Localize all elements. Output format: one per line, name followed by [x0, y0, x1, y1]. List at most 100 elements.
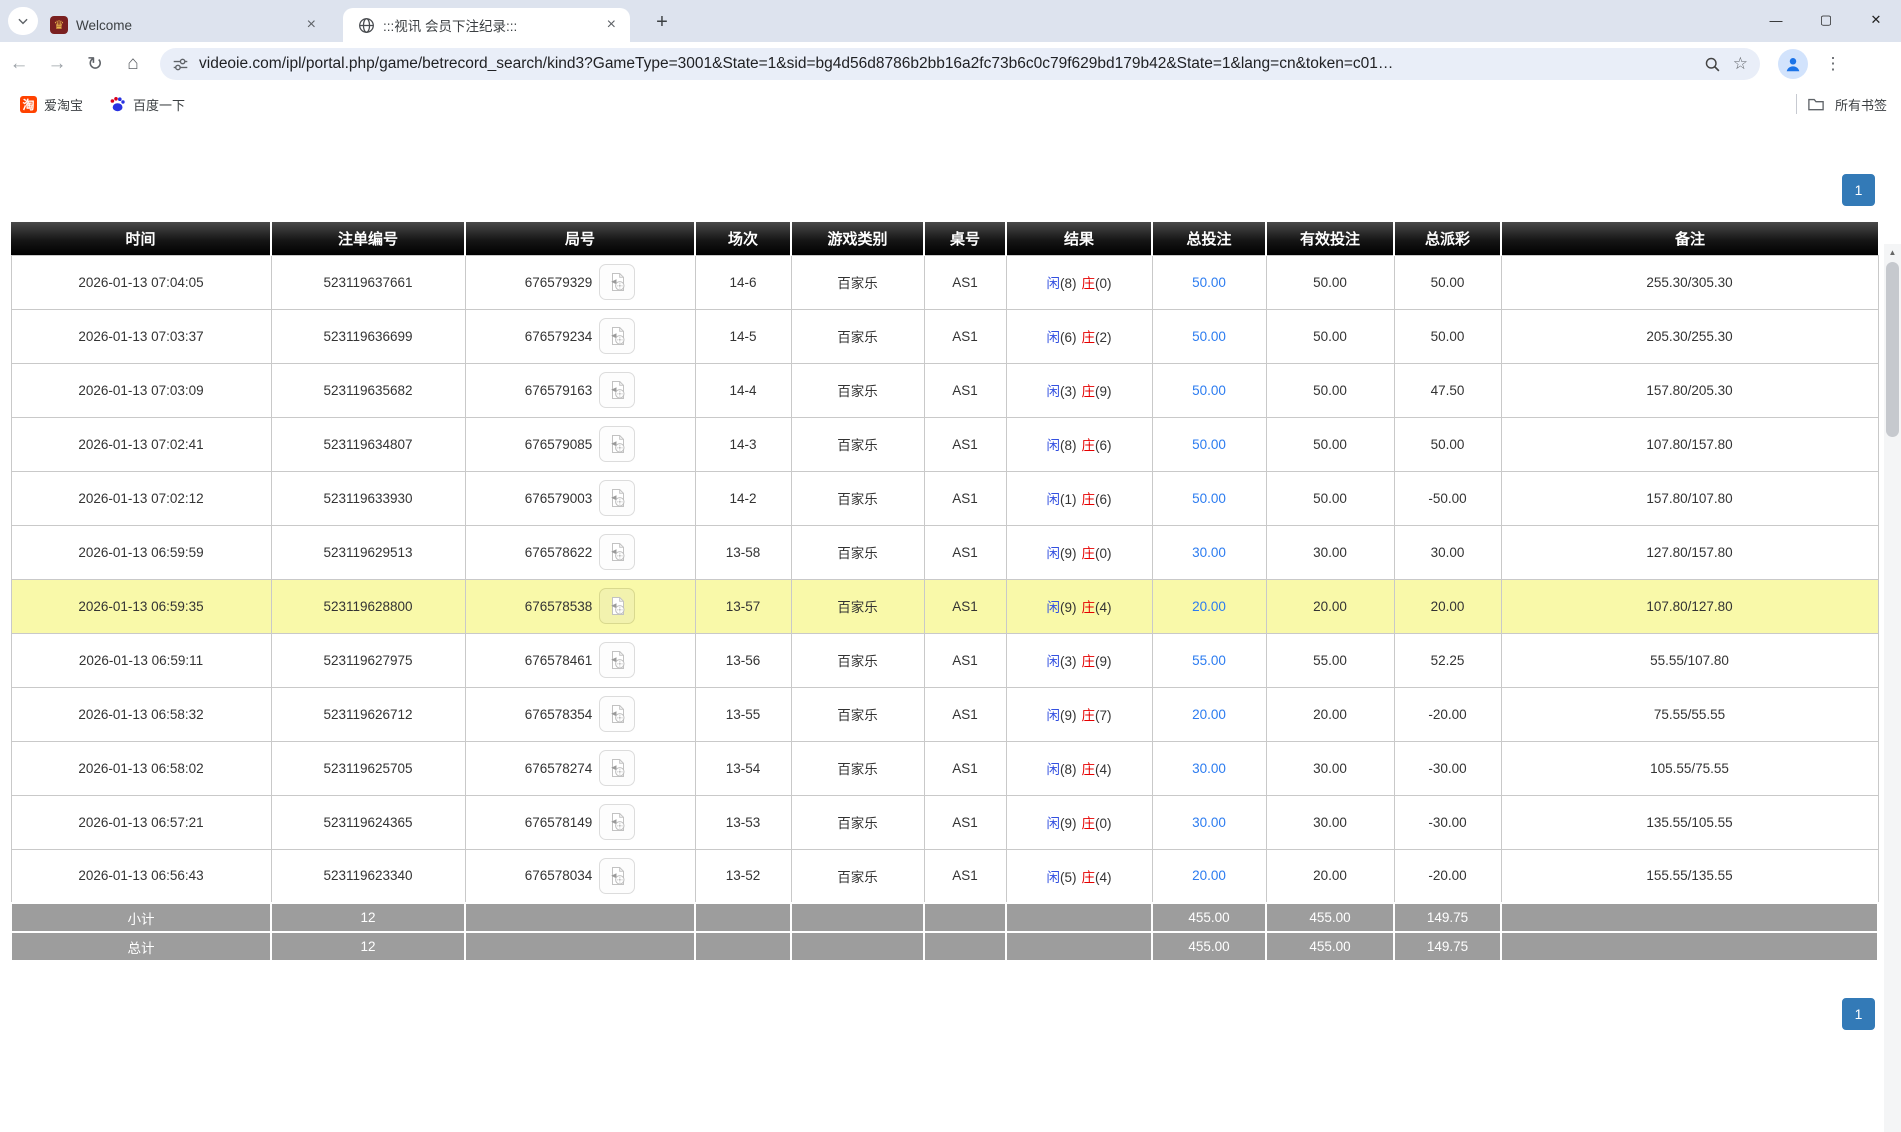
table-header-row: 时间注单编号局号场次游戏类别桌号结果总投注有效投注总派彩备注 [11, 222, 1878, 255]
baidu-paw-icon [109, 96, 126, 113]
cell-valid-bet: 30.00 [1266, 795, 1394, 849]
total-bet-link[interactable]: 30.00 [1192, 545, 1226, 560]
cell-bet-id: 523119623340 [271, 849, 465, 903]
cell-total-bet: 30.00 [1152, 525, 1266, 579]
result-banker-value: (7) [1095, 708, 1112, 723]
new-tab-button[interactable]: + [648, 8, 676, 36]
table-row[interactable]: 2026-01-13 07:02:12523119633930676579003… [11, 471, 1878, 525]
cell-round: 676578034 [465, 849, 695, 903]
cell-game-type: 百家乐 [791, 525, 924, 579]
total-bet-link[interactable]: 50.00 [1192, 491, 1226, 506]
total-bet-link[interactable]: 50.00 [1192, 329, 1226, 344]
video-replay-button[interactable] [599, 696, 635, 732]
cell-table-no: AS1 [924, 255, 1006, 309]
table-row[interactable]: 2026-01-13 06:58:02523119625705676578274… [11, 741, 1878, 795]
video-replay-button[interactable] [599, 426, 635, 462]
video-replay-button[interactable] [599, 642, 635, 678]
cell-session: 14-4 [695, 363, 791, 417]
video-replay-button[interactable] [599, 750, 635, 786]
site-settings-icon[interactable] [172, 56, 189, 73]
result-banker-label: 庄 [1082, 384, 1096, 399]
cell-total-bet: 55.00 [1152, 633, 1266, 687]
bookmark-aitaobao[interactable]: 淘 爱淘宝 [14, 92, 89, 117]
profile-avatar[interactable] [1778, 49, 1808, 79]
total-bet-link[interactable]: 20.00 [1192, 868, 1226, 883]
summary-payout: 149.75 [1394, 932, 1501, 961]
cell-table-no: AS1 [924, 363, 1006, 417]
result-banker-label: 庄 [1082, 762, 1096, 777]
cell-table-no: AS1 [924, 309, 1006, 363]
video-replay-button[interactable] [599, 804, 635, 840]
table-row[interactable]: 2026-01-13 06:56:43523119623340676578034… [11, 849, 1878, 903]
table-row[interactable]: 2026-01-13 06:58:32523119626712676578354… [11, 687, 1878, 741]
cell-round: 676579085 [465, 417, 695, 471]
scrollbar-up-arrow-icon[interactable]: ▲ [1884, 248, 1901, 257]
total-bet-link[interactable]: 30.00 [1192, 761, 1226, 776]
home-button[interactable]: ⌂ [114, 47, 152, 81]
result-banker-value: (9) [1095, 384, 1112, 399]
table-row[interactable]: 2026-01-13 07:02:41523119634807676579085… [11, 417, 1878, 471]
zoom-page-icon[interactable] [1704, 56, 1721, 73]
video-replay-button[interactable] [599, 318, 635, 354]
scrollbar-thumb[interactable] [1886, 262, 1899, 437]
total-bet-link[interactable]: 20.00 [1192, 707, 1226, 722]
table-row[interactable]: 2026-01-13 07:03:37523119636699676579234… [11, 309, 1878, 363]
total-bet-link[interactable]: 50.00 [1192, 275, 1226, 290]
result-banker-label: 庄 [1082, 438, 1096, 453]
maximize-button[interactable]: ▢ [1801, 0, 1851, 40]
cell-table-no: AS1 [924, 417, 1006, 471]
browser-tab-bet-records[interactable]: :::视讯 会员下注纪录::: × [343, 8, 630, 42]
video-replay-button[interactable] [599, 534, 635, 570]
total-bet-link[interactable]: 50.00 [1192, 437, 1226, 452]
total-bet-link[interactable]: 50.00 [1192, 383, 1226, 398]
tab-close-icon[interactable]: × [601, 16, 622, 34]
round-number: 676578461 [525, 653, 593, 668]
browser-toolbar: ← → ↻ ⌂ videoie.com/ipl/portal.php/game/… [0, 42, 1901, 86]
minimize-button[interactable]: — [1751, 0, 1801, 40]
table-row[interactable]: 2026-01-13 07:03:09523119635682676579163… [11, 363, 1878, 417]
cell-session: 14-2 [695, 471, 791, 525]
cell-session: 13-52 [695, 849, 791, 903]
forward-button[interactable]: → [38, 47, 76, 81]
cell-total-bet: 30.00 [1152, 795, 1266, 849]
total-bet-link[interactable]: 30.00 [1192, 815, 1226, 830]
video-file-icon [606, 541, 628, 563]
table-row[interactable]: 2026-01-13 06:59:59523119629513676578622… [11, 525, 1878, 579]
browser-menu-icon[interactable]: ⋮ [1820, 54, 1846, 74]
tab-search-button[interactable] [8, 7, 38, 35]
close-button[interactable]: ✕ [1851, 0, 1901, 40]
video-replay-button[interactable] [599, 372, 635, 408]
bookmark-star-icon[interactable]: ☆ [1733, 54, 1748, 74]
url-text[interactable]: videoie.com/ipl/portal.php/game/betrecor… [199, 55, 1692, 73]
video-replay-button[interactable] [599, 264, 635, 300]
table-row[interactable]: 2026-01-13 06:59:35523119628800676578538… [11, 579, 1878, 633]
video-replay-button[interactable] [599, 588, 635, 624]
cell-table-no: AS1 [924, 687, 1006, 741]
pagination-page-1-bottom[interactable]: 1 [1842, 998, 1875, 1030]
cell-result: 闲(6)庄(2) [1006, 309, 1152, 363]
browser-tab-welcome[interactable]: ♛ Welcome × [36, 8, 330, 42]
tab-close-icon[interactable]: × [301, 16, 322, 34]
cell-bet-id: 523119633930 [271, 471, 465, 525]
cell-bet-id: 523119626712 [271, 687, 465, 741]
total-bet-link[interactable]: 20.00 [1192, 599, 1226, 614]
round-number: 676579085 [525, 437, 593, 452]
reload-button[interactable]: ↻ [76, 47, 114, 81]
video-replay-button[interactable] [599, 480, 635, 516]
table-row[interactable]: 2026-01-13 07:04:05523119637661676579329… [11, 255, 1878, 309]
table-row[interactable]: 2026-01-13 06:57:21523119624365676578149… [11, 795, 1878, 849]
result-banker-label: 庄 [1082, 816, 1096, 831]
all-bookmarks-label[interactable]: 所有书签 [1835, 95, 1887, 114]
bookmark-baidu[interactable]: 百度一下 [103, 92, 191, 117]
round-number: 676578622 [525, 545, 593, 560]
result-player-value: (8) [1060, 438, 1077, 453]
video-replay-button[interactable] [599, 858, 635, 894]
table-row[interactable]: 2026-01-13 06:59:11523119627975676578461… [11, 633, 1878, 687]
scrollbar[interactable]: ▲ [1884, 244, 1901, 1132]
summary-empty-cell [791, 932, 924, 961]
cell-game-type: 百家乐 [791, 255, 924, 309]
back-button[interactable]: ← [0, 47, 38, 81]
pagination-page-1-top[interactable]: 1 [1842, 174, 1875, 206]
total-bet-link[interactable]: 55.00 [1192, 653, 1226, 668]
address-bar[interactable]: videoie.com/ipl/portal.php/game/betrecor… [160, 48, 1760, 80]
